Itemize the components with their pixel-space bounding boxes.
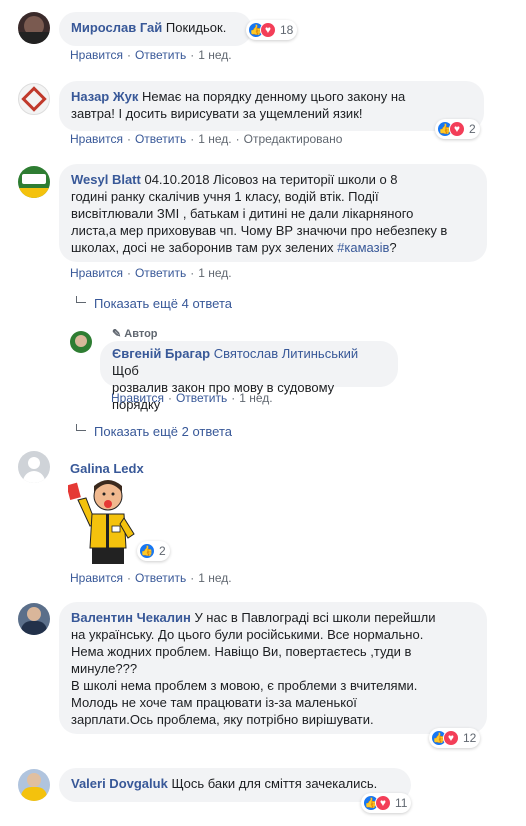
comment-text: зарплати.Ось проблема, яку потрібно вирі… (71, 712, 374, 727)
comment-actions: Нравится · Ответить · 1 нед. · Отредактировано (70, 132, 343, 146)
comment-text: листа,а мер приховував чп. Чому ВР значю… (71, 223, 448, 238)
like-link[interactable]: Нравится (111, 391, 164, 405)
show-more-replies[interactable]: Показать ещё 4 ответа (76, 296, 232, 311)
comment-actions: Нравится · Ответить · 1 нед. (70, 48, 232, 62)
like-link[interactable]: Нравится (70, 266, 123, 280)
comment-author[interactable]: Мирослав Гай (71, 20, 162, 35)
timestamp[interactable]: 1 нед. (198, 48, 231, 62)
reaction-count: 12 (463, 731, 477, 745)
reply-link[interactable]: Ответить (135, 571, 186, 585)
comment-text: Щоб (112, 363, 139, 378)
comment-text: годині ранку скалічив учня 1 класу, воді… (71, 189, 379, 204)
avatar[interactable] (18, 12, 50, 44)
comment-bubble: Назар Жук Немає на порядку денному цього… (59, 81, 484, 131)
comment-author[interactable]: Валентин Чекалин (71, 610, 191, 625)
like-link[interactable]: Нравится (70, 132, 123, 146)
heart-icon: ♥ (260, 22, 276, 38)
reaction-count: 18 (280, 23, 294, 37)
timestamp[interactable]: 1 нед. (239, 391, 272, 405)
avatar[interactable] (18, 603, 50, 635)
reaction-summary[interactable]: 👍 ♥ 11 (361, 793, 412, 813)
comment-bubble: Valeri Dovgaluk Щось баки для сміття зач… (59, 768, 411, 802)
like-link[interactable]: Нравится (70, 48, 123, 62)
reaction-count: 2 (159, 544, 166, 558)
reply-link[interactable]: Ответить (135, 132, 186, 146)
reaction-summary[interactable]: 👍 ♥ 12 (429, 728, 481, 748)
reply-link[interactable]: Ответить (135, 266, 186, 280)
heart-icon: ♥ (443, 730, 459, 746)
comment-text: Молодь не хоче там працювати із-за мален… (71, 695, 357, 710)
thumbs-up-icon: 👍 (139, 543, 155, 559)
reply-link[interactable]: Ответить (135, 48, 186, 62)
comment-actions: Нравится · Ответить · 1 нед. (111, 391, 273, 405)
edited-label[interactable]: Отредактировано (244, 132, 343, 146)
comment-actions: Нравится · Ответить · 1 нед. (70, 571, 232, 585)
like-link[interactable]: Нравится (70, 571, 123, 585)
avatar[interactable] (70, 331, 92, 353)
reaction-summary[interactable]: 👍 2 (137, 541, 170, 561)
timestamp[interactable]: 1 нед. (198, 132, 231, 146)
comment-text: школах, досі не заборонив там рух зелени… (71, 240, 334, 255)
timestamp[interactable]: 1 нед. (198, 266, 231, 280)
comment-text: В школі нема проблем з мовою, є проблеми… (71, 678, 418, 693)
comment-author[interactable]: Valeri Dovgaluk (71, 776, 168, 791)
reply-arrow-icon (76, 424, 86, 436)
pencil-icon: ✎ (112, 328, 122, 340)
comment-text: Щось баки для сміття зачекались. (171, 776, 378, 791)
author-label: Автор (124, 328, 158, 340)
comment-text: Немає на порядку денному цього закону на (141, 89, 406, 104)
comment-text: минуле??? (71, 661, 138, 676)
avatar[interactable] (18, 451, 50, 483)
show-more-replies[interactable]: Показать ещё 2 ответа (76, 424, 232, 439)
comment-bubble: Wesyl Blatt 04.10.2018 Лісовоз на терито… (59, 164, 487, 262)
comment-author[interactable]: Назар Жук (71, 89, 138, 104)
comment-bubble: Валентин Чекалин У нас в Павлограді всі … (59, 602, 487, 734)
reaction-count: 2 (469, 122, 476, 136)
comment-text: У нас в Павлограді всі школи перейшли (194, 610, 436, 625)
comment-text: завтра! І досить вирисувати за ущемлений… (71, 106, 363, 121)
referee-sticker[interactable] (66, 474, 142, 566)
comment-text: висвітлювали ЗМІ , батькам і дитині не д… (71, 206, 414, 221)
comment-text: Покидьок. (165, 20, 227, 35)
show-more-label: Показать ещё 2 ответа (94, 424, 232, 439)
heart-icon: ♥ (449, 121, 465, 137)
heart-icon: ♥ (375, 795, 391, 811)
reaction-count: 11 (395, 796, 408, 810)
timestamp[interactable]: 1 нед. (198, 571, 231, 585)
mention-link[interactable]: Святослав Литиньський (214, 346, 359, 361)
comment-text: Нема жодних проблем. Навіщо Ви, повертає… (71, 644, 412, 659)
reply-link[interactable]: Ответить (176, 391, 227, 405)
comment-text: на українську. До цього були російськими… (71, 627, 424, 642)
hashtag-link[interactable]: #камазів (337, 240, 389, 255)
comment-author[interactable]: Wesyl Blatt (71, 172, 141, 187)
avatar[interactable] (18, 769, 50, 801)
show-more-label: Показать ещё 4 ответа (94, 296, 232, 311)
reaction-summary[interactable]: 👍 ♥ 18 (246, 20, 298, 40)
comment-text: ? (389, 240, 397, 255)
reply-bubble: Євгеній Брагар Святослав Литиньський Щоб… (100, 341, 398, 412)
reaction-summary[interactable]: 👍 ♥ 2 (435, 119, 480, 139)
comment-actions: Нравится · Ответить · 1 нед. (70, 266, 232, 280)
comment-text: 04.10.2018 Лісовоз на території школи о … (144, 172, 398, 187)
author-tag: ✎ Автор (112, 327, 158, 340)
comment-author[interactable]: Євгеній Брагар (112, 346, 210, 361)
avatar[interactable] (18, 83, 50, 115)
avatar[interactable] (18, 166, 50, 198)
reply-arrow-icon (76, 296, 86, 308)
comment-bubble: Мирослав Гай Покидьок. (59, 12, 252, 46)
